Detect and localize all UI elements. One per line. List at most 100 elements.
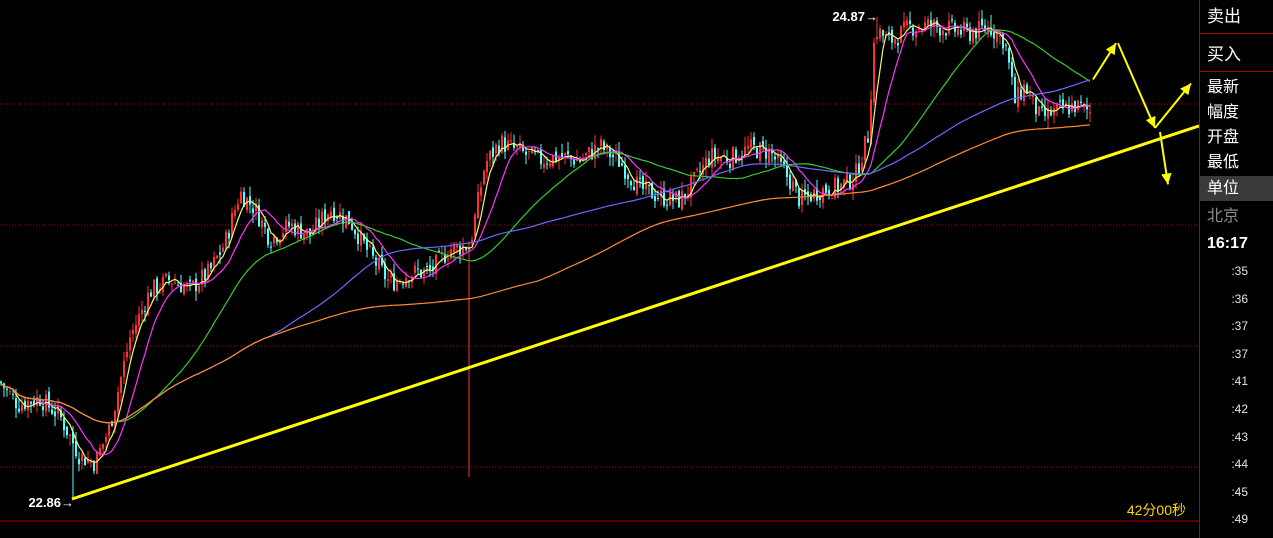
candle-body <box>333 207 335 222</box>
candle-body <box>657 198 659 200</box>
candle-body <box>192 280 194 283</box>
candle-body <box>993 31 995 39</box>
candle-body <box>711 148 713 168</box>
candle-body <box>945 33 947 36</box>
time-tick: :37 <box>1231 319 1248 334</box>
candle-body <box>156 278 158 294</box>
candle-body <box>1089 112 1091 114</box>
candle-body <box>903 21 905 28</box>
candle-body <box>720 157 722 161</box>
candle-body <box>585 153 587 155</box>
candle-body <box>21 404 23 412</box>
field-low[interactable]: 最低 <box>1200 150 1273 175</box>
candle-body <box>495 144 497 154</box>
candle-body <box>174 282 176 284</box>
candle-body <box>753 137 755 145</box>
buy-button[interactable]: 买入 <box>1200 38 1273 72</box>
candle-body <box>153 279 155 297</box>
candle-body <box>774 156 776 160</box>
trend-line <box>71 124 1199 501</box>
candle-body <box>789 174 791 189</box>
low-price-label: 22.86→ <box>28 495 74 510</box>
quote-sidebar: 卖出 买入 最新 幅度 开盘 最低 单位 北京 16:17 :35:36:37:… <box>1199 0 1273 538</box>
candle-body <box>315 217 317 230</box>
candle-body <box>213 257 215 267</box>
candle-body <box>492 147 494 157</box>
candle-body <box>981 18 983 26</box>
candle-body <box>81 454 83 462</box>
candle-body <box>636 176 638 195</box>
candle-body <box>63 418 65 431</box>
candle-body <box>957 29 959 35</box>
candle-body <box>942 30 944 36</box>
candle-body <box>759 142 761 162</box>
sell-button[interactable]: 卖出 <box>1200 0 1273 34</box>
candle-body <box>228 232 230 239</box>
annotation-arrows <box>1092 42 1192 185</box>
candle-body <box>561 152 563 158</box>
candle-body <box>837 178 839 192</box>
candle-body <box>345 215 347 228</box>
candle-body <box>75 441 77 457</box>
time-tick: :36 <box>1231 291 1248 306</box>
time-tick: :49 <box>1231 512 1248 527</box>
candle-body <box>939 27 941 36</box>
candle-body <box>36 396 38 406</box>
field-unit[interactable]: 单位 <box>1200 176 1273 201</box>
candle-body <box>291 223 293 227</box>
candle-body <box>912 27 914 36</box>
candle-body <box>588 147 590 153</box>
candle-body <box>510 140 512 142</box>
candle-body <box>552 155 554 167</box>
candle-body <box>204 269 206 281</box>
candle-body <box>216 255 218 258</box>
candle-body <box>540 149 542 165</box>
field-amplitude[interactable]: 幅度 <box>1200 100 1273 125</box>
candle-body <box>123 361 125 378</box>
candle-body <box>864 135 866 161</box>
candle-body <box>246 197 248 211</box>
candle-body <box>786 164 788 178</box>
candle-body <box>951 19 953 21</box>
candle-body <box>600 139 602 147</box>
candle-body <box>477 192 479 219</box>
candle-body <box>882 30 884 36</box>
ma-mid-line <box>0 24 1091 456</box>
field-latest[interactable]: 最新 <box>1200 75 1273 100</box>
candle-body <box>129 337 131 351</box>
candle-body <box>1059 100 1061 102</box>
candle-body <box>0 381 2 384</box>
candle-body <box>624 165 626 179</box>
candle-body <box>372 247 374 256</box>
candle-body <box>69 434 71 436</box>
field-open[interactable]: 开盘 <box>1200 125 1273 150</box>
candle-body <box>219 252 221 255</box>
candle-body <box>627 175 629 179</box>
candle-body <box>780 157 782 162</box>
candle-body <box>1008 48 1010 63</box>
moving-averages <box>0 22 1091 463</box>
field-city: 北京 <box>1207 208 1240 225</box>
candle-body <box>762 141 764 146</box>
candle-body <box>297 223 299 234</box>
candle-body <box>633 186 635 191</box>
candle-body <box>210 263 212 269</box>
candle-body <box>54 411 56 417</box>
trend-line-segment <box>71 124 1199 501</box>
candle-body <box>654 196 656 202</box>
time-tick: :42 <box>1231 402 1248 416</box>
candle-body <box>564 152 566 156</box>
candle-body <box>891 29 893 43</box>
candle-body <box>417 268 419 270</box>
candle-body <box>1014 77 1016 104</box>
candle-body <box>894 39 896 44</box>
candle-body <box>198 285 200 293</box>
candle-body <box>162 276 164 292</box>
candle-body <box>177 284 179 286</box>
ma-longer-line <box>0 79 1091 424</box>
candle-body <box>165 273 167 277</box>
candle-body <box>285 219 287 233</box>
candle-body <box>756 148 758 159</box>
candle-body <box>699 170 701 173</box>
ma-long-line <box>0 29 1091 424</box>
